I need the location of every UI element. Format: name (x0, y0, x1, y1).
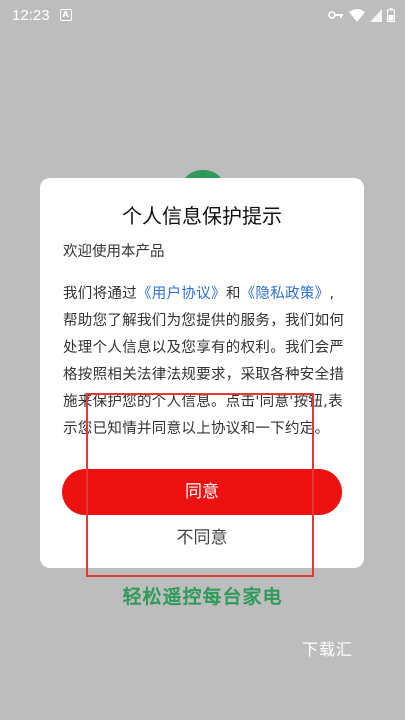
app-slogan: 轻松遥控每台家电 (122, 586, 283, 608)
a-icon: A (59, 9, 72, 21)
status-icons (328, 8, 395, 22)
status-bar: 12:23 A (0, 0, 405, 30)
status-time: 12:23 (12, 6, 50, 24)
user-agreement-link[interactable]: 《用户协议》 (137, 286, 226, 302)
dialog-body: 我们将通过《用户协议》和《隐私政策》,帮助您了解我们为您提供的服务，我们如何处理… (63, 281, 347, 443)
body-text-intro: 我们将通过 (63, 286, 137, 302)
battery-icon (387, 8, 395, 22)
key-icon (328, 11, 343, 19)
signal-icon (370, 8, 382, 22)
watermark: 下载汇 (302, 640, 354, 659)
dialog-welcome: 欢迎使用本产品 (63, 244, 165, 260)
wifi-icon (349, 8, 365, 22)
dialog-title: 个人信息保护提示 (122, 204, 282, 228)
agree-button[interactable]: 同意 (62, 469, 342, 515)
body-text-main: ,帮助您了解我们为您提供的服务，我们如何处理个人信息以及您享有的权利。我们会严格… (63, 286, 345, 437)
privacy-dialog: 个人信息保护提示 欢迎使用本产品 我们将通过《用户协议》和《隐私政策》,帮助您了… (40, 178, 364, 568)
disagree-button[interactable]: 不同意 (62, 523, 342, 553)
privacy-policy-link[interactable]: 《隐私政策》 (241, 286, 330, 302)
body-text-and: 和 (225, 286, 241, 302)
